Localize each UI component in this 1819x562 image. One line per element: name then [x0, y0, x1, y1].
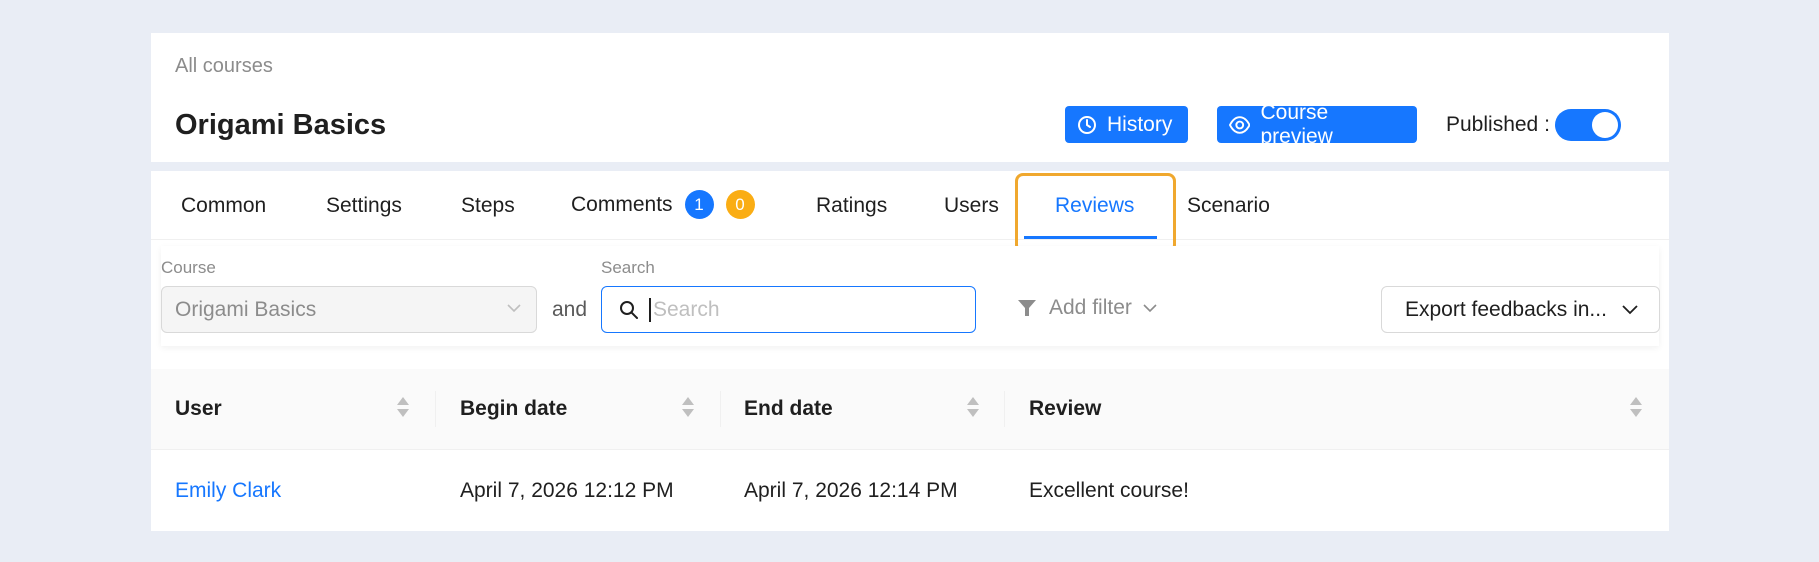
table-row: Emily Clark April 7, 2026 12:12 PM April… [151, 450, 1669, 531]
tab-users-label: Users [944, 194, 999, 217]
tab-comments-label: Comments [571, 192, 673, 216]
tab-settings-label: Settings [326, 194, 402, 217]
search-filter-label: Search [601, 258, 655, 277]
page-title: Origami Basics [175, 109, 387, 141]
tab-common[interactable]: Common [181, 194, 266, 218]
export-feedbacks-dropdown[interactable]: Export feedbacks in... [1381, 286, 1660, 333]
export-feedbacks-label: Export feedbacks in... [1405, 297, 1607, 321]
eye-icon [1229, 115, 1251, 134]
reviews-table-header: User Begin date End date Review [151, 369, 1669, 450]
search-input[interactable] [649, 297, 939, 322]
chevron-down-icon [1622, 305, 1638, 315]
course-select-value: Origami Basics [175, 297, 317, 321]
column-header-end-date[interactable]: End date [744, 397, 833, 421]
tab-ratings-label: Ratings [816, 194, 888, 217]
column-divider [1004, 391, 1005, 427]
tab-users[interactable]: Users [944, 194, 999, 218]
review-cell: Excellent course! [1029, 479, 1189, 502]
course-header: All courses Origami Basics History Cours… [151, 33, 1669, 162]
column-divider [435, 391, 436, 427]
comments-pending-badge: 0 [725, 190, 755, 219]
tab-common-label: Common [181, 194, 267, 217]
reviews-tab-highlight [1015, 173, 1176, 253]
published-label: Published : [1446, 113, 1550, 136]
add-filter-button[interactable]: Add filter [1017, 296, 1158, 320]
chevron-down-icon [1143, 304, 1157, 313]
tab-settings[interactable]: Settings [326, 194, 402, 218]
begin-date-cell: April 7, 2026 12:12 PM [460, 479, 674, 502]
sort-icon[interactable] [966, 395, 980, 419]
column-header-begin-date[interactable]: Begin date [460, 397, 567, 421]
tab-steps-label: Steps [461, 194, 515, 217]
sort-icon[interactable] [681, 395, 695, 419]
filter-funnel-icon [1018, 300, 1036, 316]
course-filter-label: Course [161, 258, 216, 277]
reviews-panel: Common Settings Steps Comments 1 0 Ratin… [151, 171, 1669, 531]
tab-comments[interactable]: Comments 1 0 [571, 190, 755, 219]
column-header-review[interactable]: Review [1029, 397, 1101, 421]
user-link[interactable]: Emily Clark [175, 479, 281, 503]
tab-scenario[interactable]: Scenario [1187, 194, 1270, 218]
sort-icon[interactable] [1629, 395, 1643, 419]
history-label: History [1107, 112, 1173, 136]
clock-history-icon [1078, 115, 1096, 134]
search-icon [620, 300, 638, 319]
breadcrumb-all-courses[interactable]: All courses [175, 55, 273, 78]
course-select[interactable]: Origami Basics [161, 286, 537, 333]
end-date-cell: April 7, 2026 12:14 PM [744, 479, 958, 502]
column-header-user[interactable]: User [175, 397, 222, 421]
tab-scenario-label: Scenario [1187, 194, 1270, 217]
course-preview-label: Course preview [1260, 100, 1333, 148]
add-filter-label: Add filter [1049, 296, 1132, 319]
comments-count-badge: 1 [684, 190, 714, 219]
course-tabs: Common Settings Steps Comments 1 0 Ratin… [151, 171, 1669, 253]
column-divider [720, 391, 721, 427]
sort-icon[interactable] [396, 395, 410, 419]
history-button[interactable]: History [1065, 106, 1188, 143]
filter-bar: Course Origami Basics and Search Add fil… [161, 246, 1660, 346]
course-preview-button[interactable]: Course preview [1217, 101, 1417, 148]
chevron-down-icon [507, 304, 521, 313]
search-field[interactable] [601, 286, 976, 333]
tab-steps[interactable]: Steps [461, 194, 515, 218]
tab-ratings[interactable]: Ratings [816, 194, 887, 218]
published-toggle[interactable] [1555, 109, 1621, 141]
and-connector: and [552, 298, 588, 321]
toggle-knob [1592, 112, 1618, 138]
